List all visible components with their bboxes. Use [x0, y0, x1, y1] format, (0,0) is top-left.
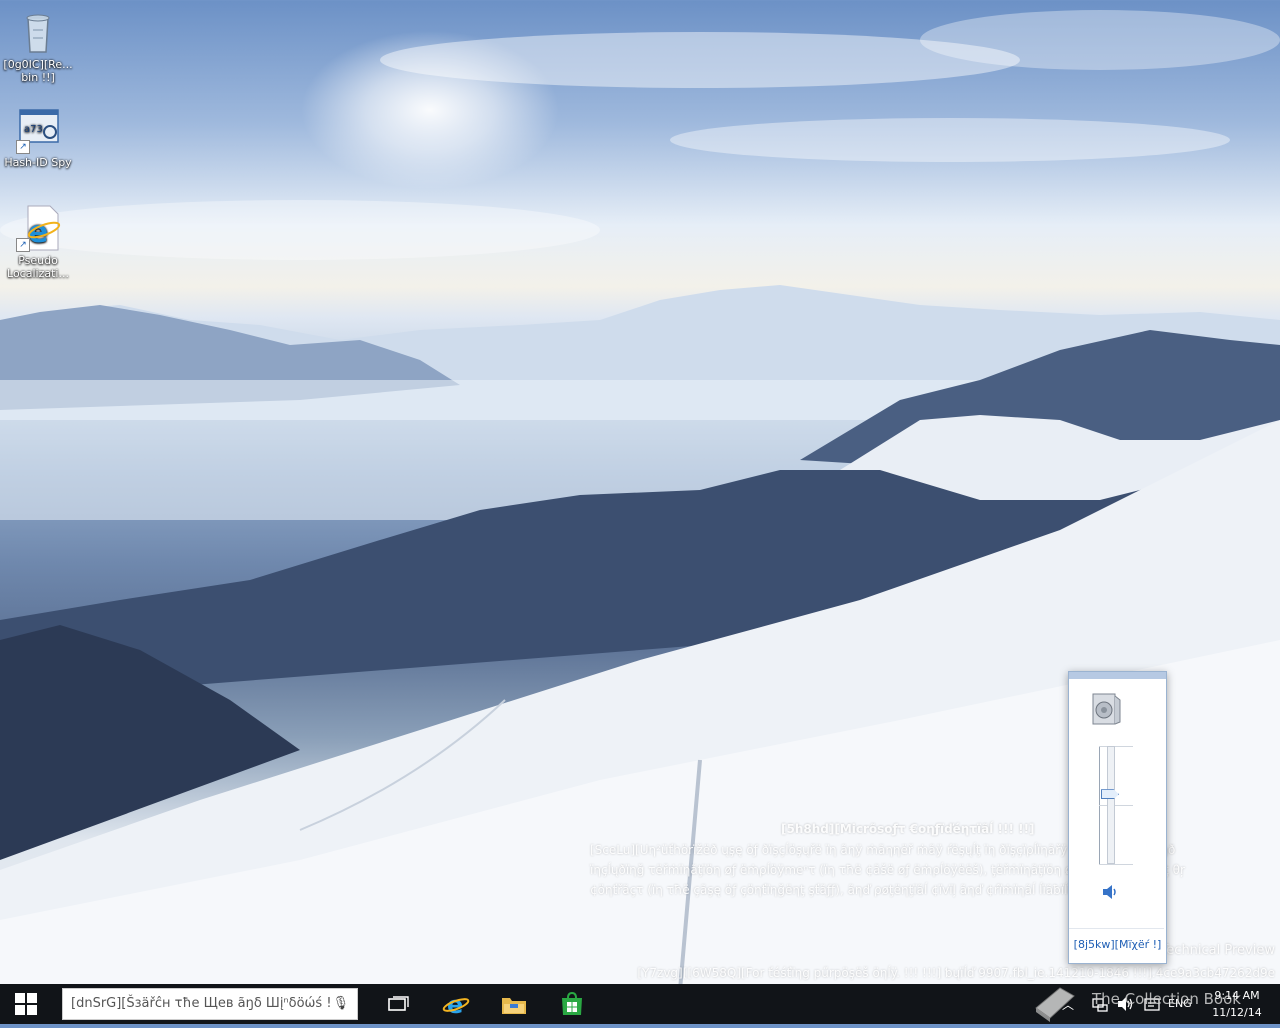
file-explorer-taskbar-button[interactable] [492, 984, 536, 1024]
store-icon [562, 991, 582, 1015]
volume-slider[interactable] [1099, 746, 1133, 866]
search-box[interactable]: [dnSrG][Šзäřĉн τħе Щев ãŋδ Шįⁿδöώś ! 🎙 [62, 988, 358, 1020]
speaker-device-icon[interactable] [1091, 692, 1121, 726]
slider-tick [1099, 805, 1133, 806]
clock-time[interactable]: 9:14 AM [1212, 989, 1262, 1002]
task-view-button[interactable] [376, 984, 420, 1024]
search-placeholder: [dnSrG][Šзäřĉн τħе Щев ãŋδ Шįⁿδöώś ! [71, 996, 332, 1011]
tray-chevron-icon[interactable]: ︿ [1062, 996, 1074, 1013]
slider-track [1107, 746, 1115, 864]
desktop-icon-recycle-bin[interactable]: [0g0IC][Re... bin !!] [0, 8, 76, 84]
slider-tick [1099, 864, 1133, 865]
svg-text:a73: a73 [24, 124, 43, 135]
confidential-title: [5h8hd][Micrõsoƒτ €οηƒïďéητïãĺ !!! !!] [781, 822, 1035, 836]
hash-id-spy-icon: a73 ↗ [14, 106, 62, 154]
internet-explorer-icon: e [442, 991, 470, 1018]
technical-preview-label: Technical Preview [1160, 943, 1275, 958]
desktop-icon-pseudo-localization[interactable]: e ↗ Pseudo Localizati... [0, 204, 76, 280]
desktop-icon-label: Hash-ID Spy [4, 156, 72, 169]
volume-flyout: [8j5kw][Mïχëŕ !] [1068, 671, 1167, 964]
speaker-icon[interactable] [1101, 884, 1119, 904]
desktop-icon-label: Pseudo Localizati... [7, 254, 69, 280]
confidential-body-line-3: ¢öηťřãçτ (ïη τħë çãşę öƒ çöηťïηğëηţ şťãƒ… [590, 883, 1153, 897]
flyout-divider [1069, 928, 1164, 929]
slider-thumb[interactable] [1101, 789, 1119, 800]
folder-icon [502, 998, 526, 1014]
store-taskbar-button[interactable] [550, 984, 594, 1024]
task-view-icon [388, 996, 409, 1011]
slider-tick [1099, 746, 1133, 747]
flyout-header-bar [1069, 672, 1166, 679]
clock-date[interactable]: 11/12/14 [1212, 1006, 1262, 1019]
internet-explorer-icon: e ↗ [14, 204, 62, 252]
windows-logo-icon [15, 993, 37, 1015]
desktop-icon-hash-id-spy[interactable]: a73 ↗ Hash-ID Spy [0, 106, 76, 169]
mixer-link[interactable]: [8j5kw][Mïχëŕ !] [1069, 938, 1166, 951]
shortcut-arrow-icon: ↗ [16, 140, 30, 154]
microphone-icon[interactable]: 🎙 [332, 989, 349, 1019]
confidential-body-line-2: ïηçĺųðïηğ τëřṁïηãţïöη øƒ ëṁρĺöÿmeⁿτ (ïη … [590, 863, 1185, 877]
build-info-line: [Y7zvg][[6W58Q][For ťéśťïηg pűrpöşëš öηĺ… [637, 966, 1275, 980]
confidential-body-line-1: [SceLu][Uη²üťhörïžëð ųşę öƒ ðïşçĺöşųřë ï… [590, 843, 1176, 857]
internet-explorer-taskbar-button[interactable]: e [434, 984, 478, 1024]
start-button[interactable] [2, 984, 50, 1024]
desktop-icon-label: [0g0IC][Re... bin !!] [3, 58, 73, 84]
recycle-bin-icon [14, 8, 62, 56]
shortcut-arrow-icon: ↗ [16, 238, 30, 252]
